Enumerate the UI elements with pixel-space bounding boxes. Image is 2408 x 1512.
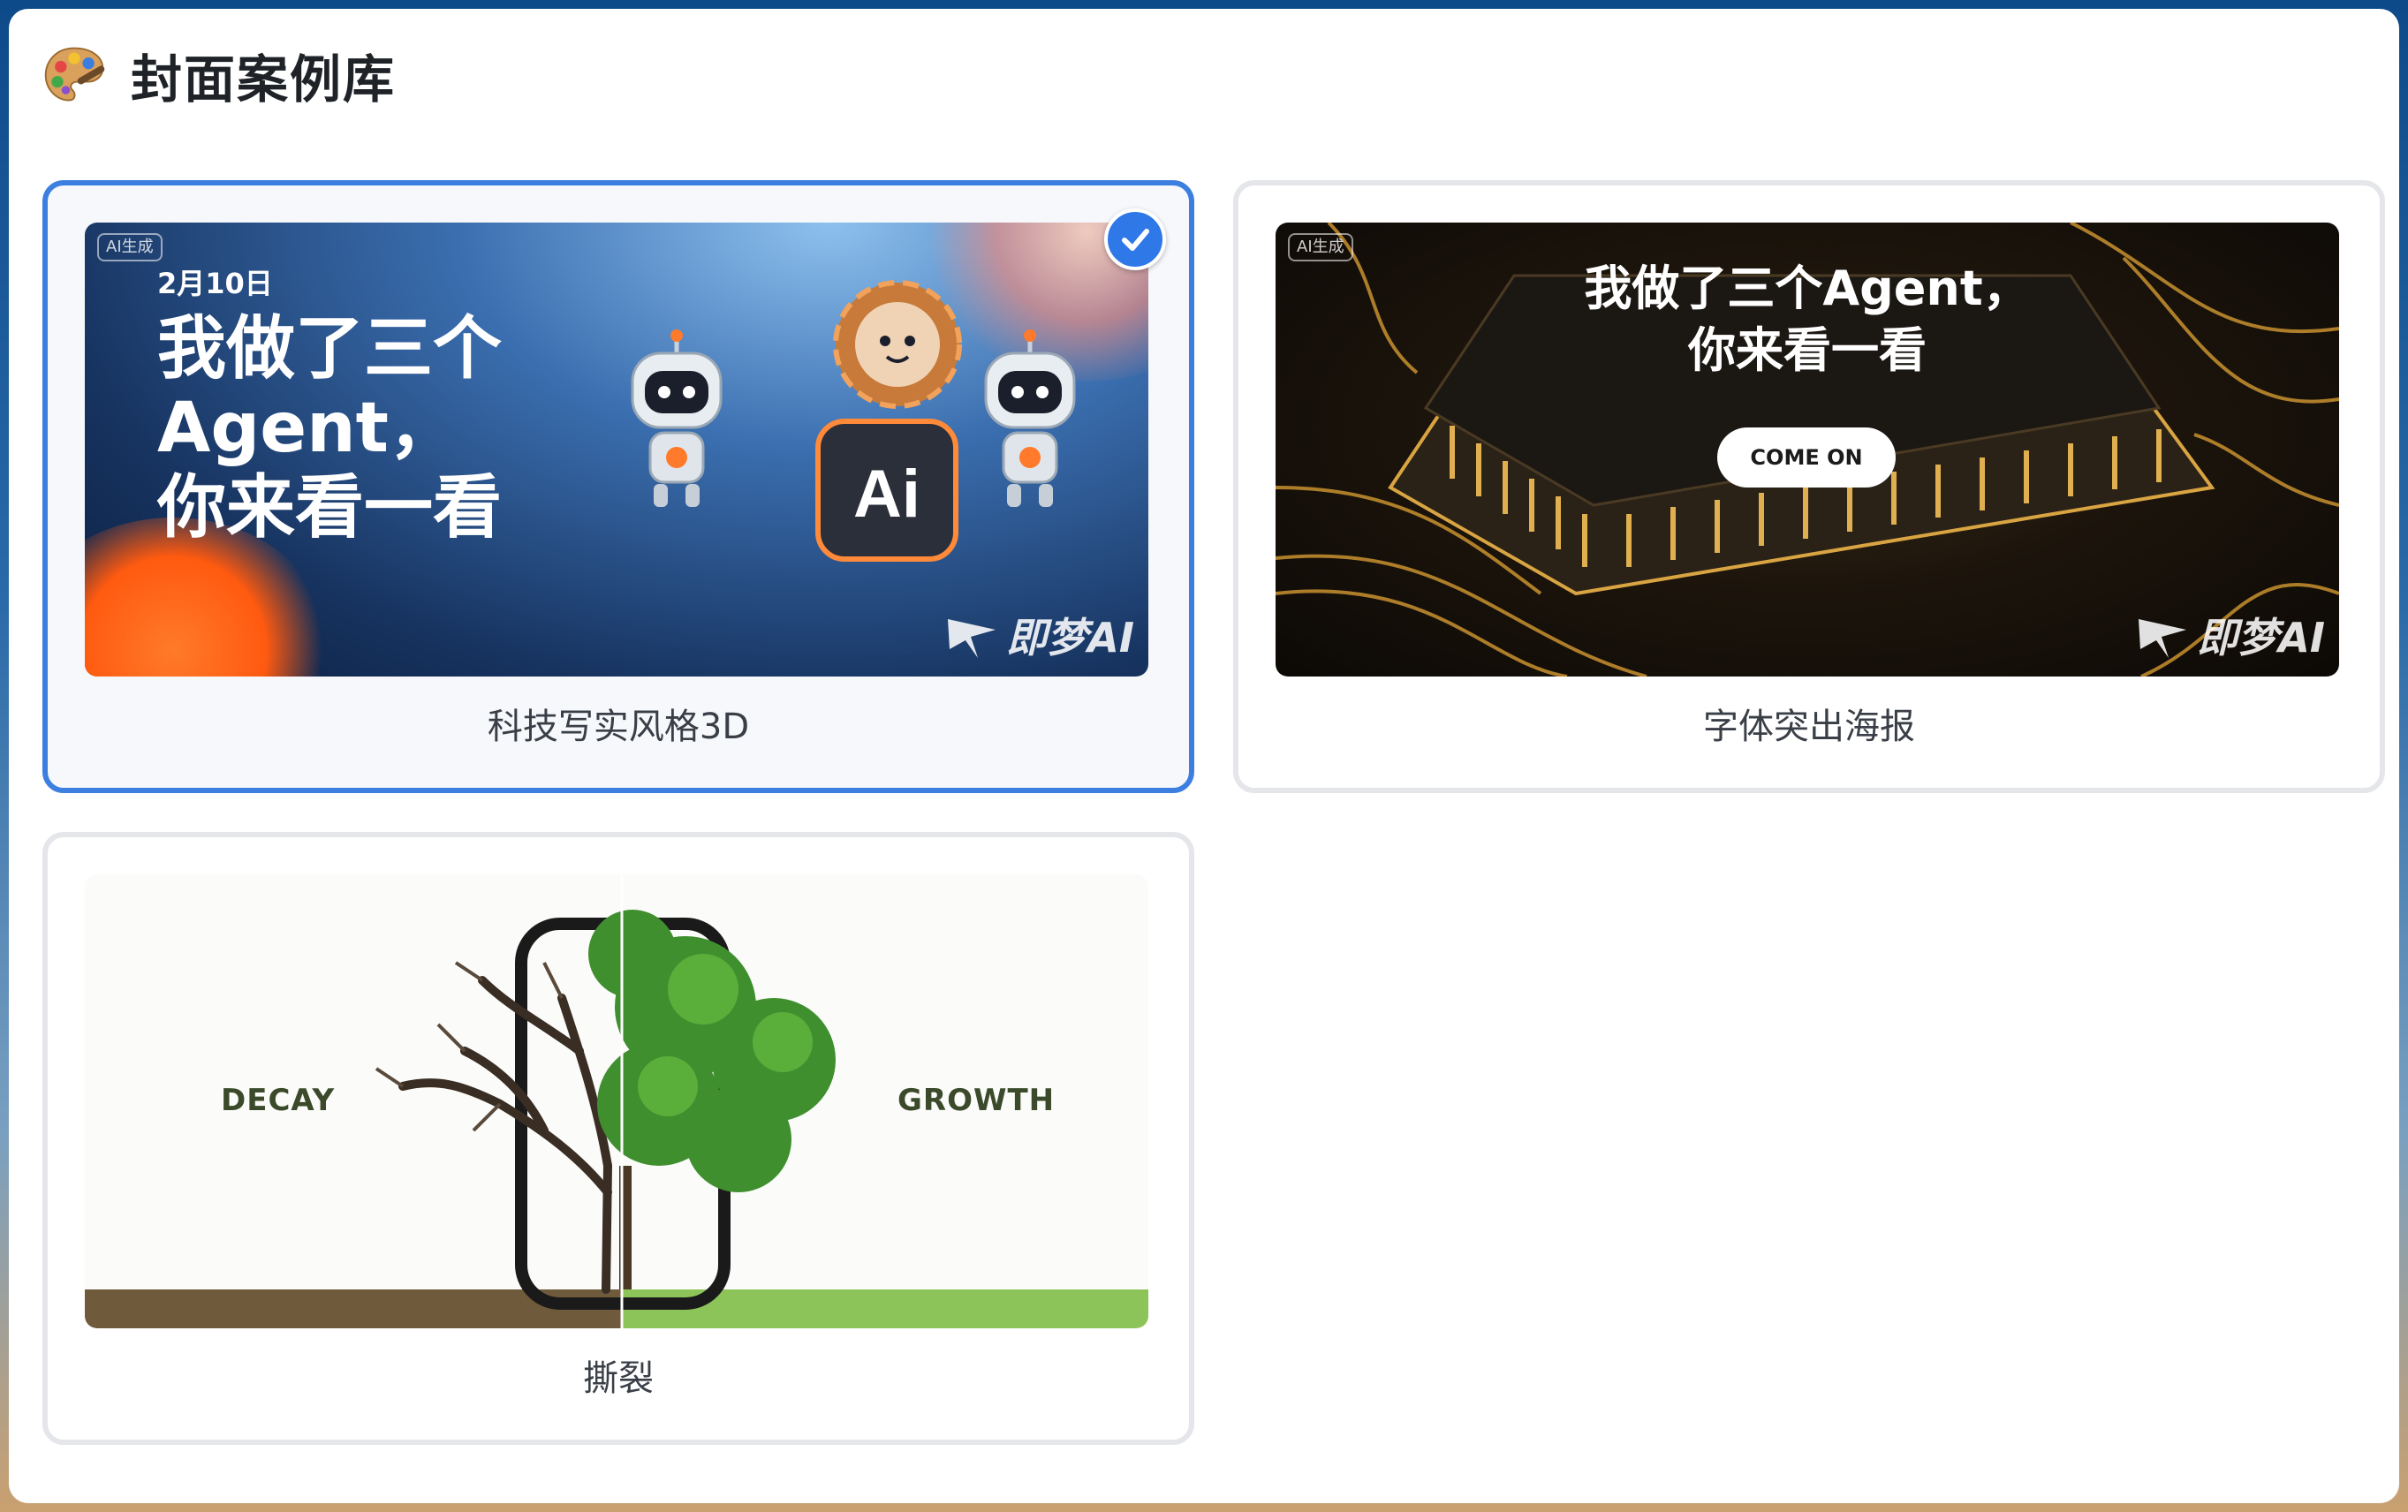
cover-thumbnail: AI生成 我做了三个Agent， 你来看一看 COME ON 即梦AI [1276, 223, 2339, 677]
cover-headline: 我做了三个Agent， 你来看一看 [1276, 258, 2339, 382]
headline-line: Agent， [157, 389, 458, 468]
decay-label: DECAY [221, 1083, 336, 1118]
cover-headline: 我做了三个 Agent， 你来看一看 [157, 309, 502, 548]
palette-icon [44, 47, 105, 102]
cover-date: 2月10日 [157, 267, 273, 300]
star-logo-icon [2139, 619, 2187, 658]
card-label: 字体突出海报 [1703, 707, 1915, 747]
cover-thumbnail: AI生成 2月10日 我做了三个 Agent， 你来看一看 Ai 即梦AI [85, 223, 1148, 677]
star-logo-icon [948, 619, 996, 658]
card-label: 撕裂 [583, 1358, 654, 1399]
selected-check-icon [1104, 208, 1166, 270]
headline-line: 你来看一看 [157, 468, 503, 548]
cover-card-typography-poster[interactable]: AI生成 我做了三个Agent， 你来看一看 COME ON 即梦AI 字体突出… [1233, 180, 2385, 793]
robots-illustration: Ai [631, 280, 1076, 562]
brand-watermark: 即梦AI [944, 606, 1134, 664]
page-header: 封面案例库 [41, 35, 396, 115]
growth-label: GROWTH [897, 1083, 1056, 1118]
headline-line: 我做了三个Agent， [1584, 261, 2031, 316]
ai-generated-tag: AI生成 [97, 233, 163, 261]
headline-line: 你来看一看 [1688, 322, 1927, 378]
come-on-pill: COME ON [1717, 427, 1896, 488]
page-title: 封面案例库 [131, 49, 397, 110]
app-window: 封面案例库 AI生成 2月10日 我做了三个 Agent， 你来看一看 Ai 即… [9, 9, 2399, 1503]
cover-thumbnail: DECAY GROWTH [85, 874, 1148, 1328]
ai-block-text: Ai [853, 457, 920, 532]
cover-card-tear[interactable]: DECAY GROWTH 撕裂 [42, 832, 1194, 1445]
brand-watermark: 即梦AI [2135, 606, 2325, 664]
cover-card-tech-3d[interactable]: AI生成 2月10日 我做了三个 Agent， 你来看一看 Ai 即梦AI 科技… [42, 180, 1194, 793]
brand-name: 即梦AI [2197, 614, 2325, 662]
brand-name: 即梦AI [1006, 614, 1134, 662]
card-label: 科技写实风格3D [487, 707, 750, 747]
headline-line: 我做了三个 [157, 309, 503, 389]
